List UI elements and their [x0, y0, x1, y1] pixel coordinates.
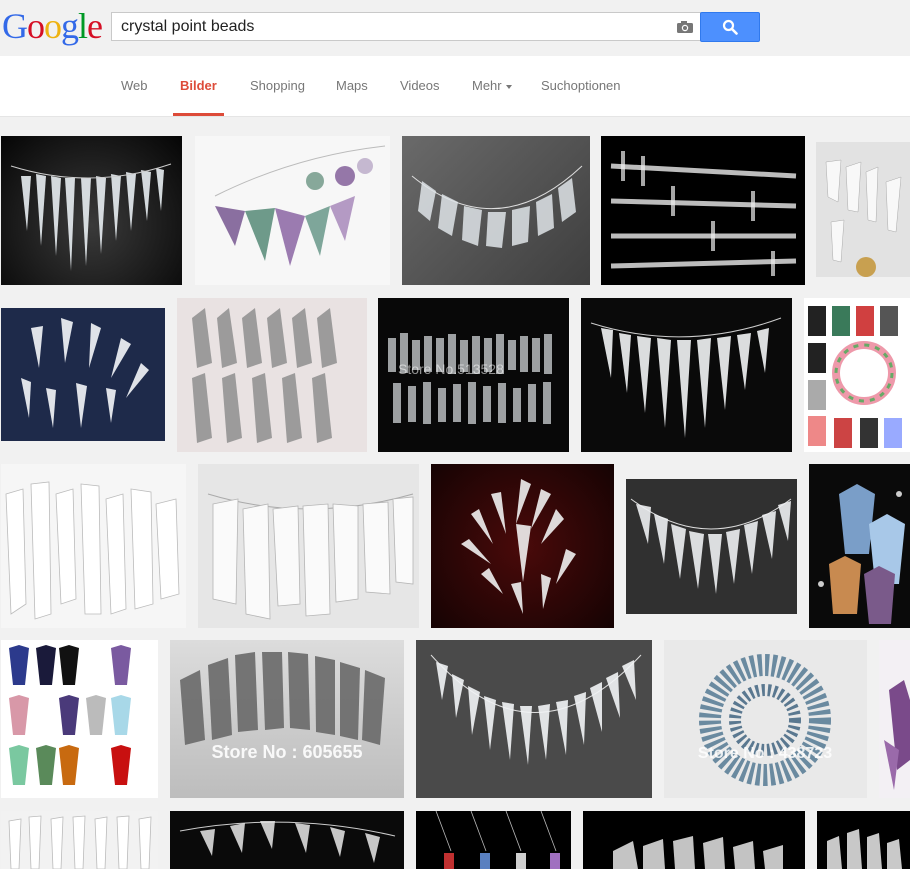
image-result[interactable]: Store No : 438723: [664, 640, 867, 798]
image-result[interactable]: [879, 640, 910, 798]
image-result[interactable]: [817, 811, 910, 869]
search-input[interactable]: [112, 13, 672, 40]
image-result[interactable]: [431, 464, 614, 628]
image-result[interactable]: [809, 464, 910, 628]
tab-suchoptionen[interactable]: Suchoptionen: [541, 78, 621, 116]
image-result[interactable]: [804, 298, 910, 452]
image-result[interactable]: [195, 136, 390, 285]
google-logo[interactable]: Google: [2, 6, 103, 46]
search-nav: Web Bilder Shopping Maps Videos Mehr Suc…: [0, 56, 910, 117]
tab-mehr-label: Mehr: [472, 78, 502, 93]
image-result[interactable]: [1, 136, 182, 285]
logo-letter: g: [61, 6, 79, 46]
magnifier-icon: [722, 19, 738, 35]
image-result[interactable]: [601, 136, 805, 285]
image-result[interactable]: [402, 136, 590, 285]
watermark-text: Store No : 438723: [698, 745, 832, 762]
chevron-down-icon: [505, 84, 512, 89]
logo-letter: o: [44, 6, 62, 46]
header: Google: [0, 0, 910, 56]
logo-letter: e: [87, 6, 103, 46]
image-result[interactable]: Store No.513528: [378, 298, 569, 452]
watermark-text: Store No : 605655: [211, 742, 362, 762]
image-result[interactable]: [1, 811, 158, 869]
tab-shopping[interactable]: Shopping: [250, 78, 305, 116]
image-result[interactable]: Store No : 605655: [170, 640, 404, 798]
image-result[interactable]: [626, 479, 797, 614]
camera-icon[interactable]: [676, 20, 694, 34]
image-result[interactable]: [1, 640, 158, 798]
image-result[interactable]: [816, 142, 910, 277]
image-result[interactable]: [416, 640, 652, 798]
tab-videos[interactable]: Videos: [400, 78, 440, 116]
image-result[interactable]: [198, 464, 419, 628]
search-button[interactable]: [700, 12, 760, 42]
logo-letter: l: [78, 6, 88, 46]
tab-mehr[interactable]: Mehr: [472, 78, 512, 116]
image-results: Store No.513528 Store No : 605655 Store …: [0, 117, 910, 869]
watermark-text: Store No.513528: [398, 361, 504, 377]
tab-web[interactable]: Web: [121, 78, 148, 116]
image-result[interactable]: [416, 811, 571, 869]
logo-letter: o: [27, 6, 45, 46]
image-result[interactable]: [1, 308, 165, 441]
image-result[interactable]: [170, 811, 404, 869]
logo-letter: G: [2, 6, 28, 46]
image-result[interactable]: [177, 298, 367, 452]
image-result[interactable]: [583, 811, 805, 869]
image-result[interactable]: [581, 298, 792, 452]
tab-maps[interactable]: Maps: [336, 78, 368, 116]
search-box: [111, 12, 701, 41]
tab-bilder[interactable]: Bilder: [173, 78, 224, 116]
image-result[interactable]: [1, 464, 186, 628]
